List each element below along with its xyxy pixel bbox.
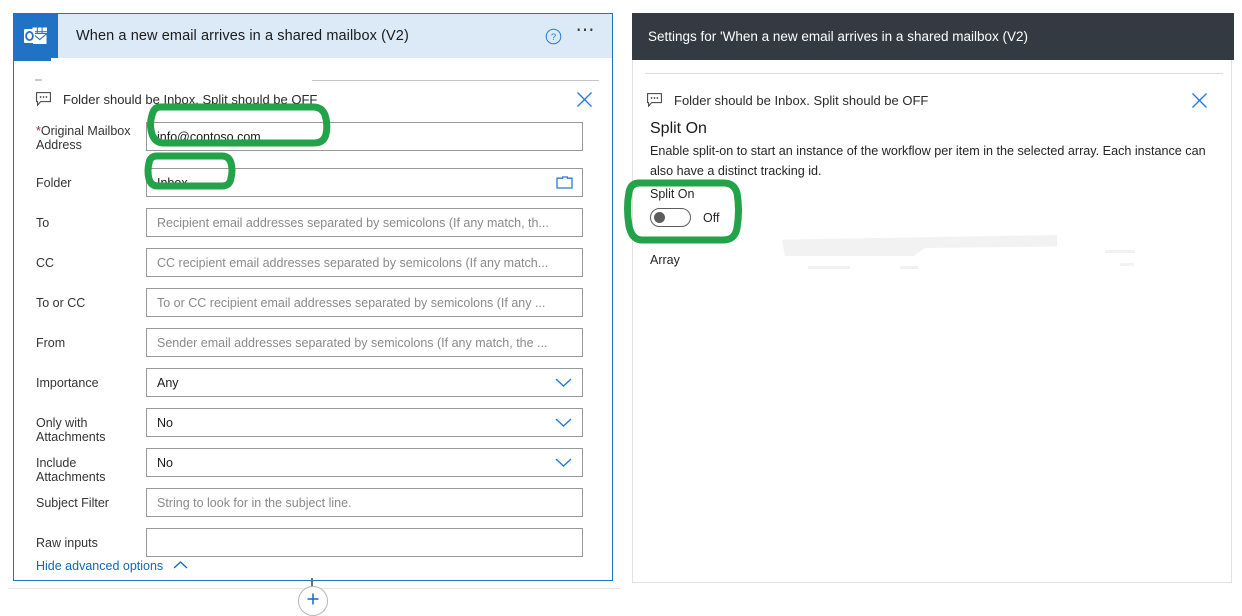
form-row-from: From Sender email addresses separated by…: [14, 328, 612, 368]
folder-picker-icon[interactable]: [556, 175, 573, 190]
page-title: When a new email arrives in a shared mai…: [76, 28, 409, 44]
label-only-with-attachments: Only with Attachments: [36, 416, 106, 444]
help-circle-icon[interactable]: ?: [545, 28, 562, 45]
to-input[interactable]: Recipient email addresses separated by s…: [146, 208, 583, 237]
header-actions: ? ⋯: [545, 21, 613, 45]
split-on-toggle[interactable]: [650, 208, 691, 227]
only-with-attachments-value: No: [157, 415, 173, 430]
blurred-artifact: [1120, 263, 1134, 266]
toggle-knob: [654, 212, 665, 223]
ellipsis-icon[interactable]: ⋯: [576, 21, 598, 40]
split-on-toggle-state: Off: [703, 210, 720, 225]
include-attachments-select[interactable]: No: [146, 448, 583, 477]
settings-divider: [645, 73, 1223, 74]
comment-bubble-icon: [36, 92, 51, 107]
outlook-icon: [14, 14, 58, 58]
split-on-toggle-label: Split On: [650, 187, 695, 201]
subject-filter-input[interactable]: String to look for in the subject line.: [146, 488, 583, 517]
form-row-only-with-attachments: Only with Attachments No: [14, 408, 612, 448]
split-on-toggle-row: Off: [650, 208, 1220, 227]
cc-input[interactable]: CC recipient email addresses separated b…: [146, 248, 583, 277]
label-to-or-cc: To or CC: [36, 296, 86, 310]
importance-select[interactable]: Any: [146, 368, 583, 397]
form-row-cc: CC CC recipient email addresses separate…: [14, 248, 612, 288]
label-importance: Importance: [36, 376, 99, 390]
trigger-form: *Original Mailbox Address info@contoso.c…: [14, 122, 612, 568]
importance-value: Any: [157, 375, 179, 390]
chevron-down-icon[interactable]: [554, 417, 573, 428]
settings-panel-header: Settings for 'When a new email arrives i…: [632, 13, 1234, 60]
hide-advanced-options-label: Hide advanced options: [36, 559, 164, 573]
chevron-down-icon[interactable]: [554, 377, 573, 388]
collapse-dash: [35, 79, 42, 81]
label-folder: Folder: [36, 176, 72, 190]
hide-advanced-options-link[interactable]: Hide advanced options: [36, 557, 189, 575]
plus-icon: [306, 592, 320, 611]
split-on-heading: Split On: [650, 120, 707, 137]
chevron-up-icon: [172, 557, 189, 575]
form-row-subject-filter: Subject Filter String to look for in the…: [14, 488, 612, 528]
add-step-button[interactable]: [298, 586, 328, 616]
original-mailbox-address-value: info@contoso.com: [157, 129, 261, 144]
folder-value: Inbox: [157, 175, 188, 190]
from-placeholder: Sender email addresses separated by semi…: [157, 335, 548, 350]
only-with-attachments-select[interactable]: No: [146, 408, 583, 437]
comment-text: Folder should be Inbox. Split should be …: [674, 92, 929, 108]
to-or-cc-placeholder: To or CC recipient email addresses separ…: [157, 295, 546, 310]
form-row-importance: Importance Any: [14, 368, 612, 408]
split-on-description: Enable split-on to start an instance of …: [650, 144, 1206, 178]
label-to: To: [36, 216, 50, 230]
label-from: From: [36, 336, 66, 350]
trigger-card: When a new email arrives in a shared mai…: [13, 13, 613, 581]
include-attachments-value: No: [157, 455, 173, 470]
folder-input[interactable]: Inbox: [146, 168, 583, 197]
form-row-to: To Recipient email addresses separated b…: [14, 208, 612, 248]
section-divider: [312, 80, 599, 81]
header-underline: [14, 58, 612, 61]
raw-inputs-input[interactable]: [146, 528, 583, 557]
label-include-attachments: Include Attachments: [36, 456, 106, 484]
subject-filter-placeholder: String to look for in the subject line.: [157, 495, 352, 510]
form-row-folder: Folder Inbox: [14, 168, 612, 208]
blurred-artifact: [808, 266, 850, 269]
trigger-card-header: When a new email arrives in a shared mai…: [14, 14, 612, 58]
settings-panel: Settings for 'When a new email arrives i…: [632, 13, 1234, 583]
settings-panel-title: Settings for 'When a new email arrives i…: [648, 29, 1028, 44]
form-row-to-or-cc: To or CC To or CC recipient email addres…: [14, 288, 612, 328]
settings-comment-bar: Folder should be Inbox. Split should be …: [633, 85, 1231, 115]
label-cc: CC: [36, 256, 55, 270]
comment-bubble-icon: [647, 93, 662, 108]
to-or-cc-input[interactable]: To or CC recipient email addresses separ…: [146, 288, 583, 317]
label-raw-inputs: Raw inputs: [36, 536, 98, 550]
cc-placeholder: CC recipient email addresses separated b…: [157, 255, 549, 270]
close-icon[interactable]: [1190, 91, 1209, 110]
label-subject-filter: Subject Filter: [36, 496, 109, 510]
original-mailbox-address-input[interactable]: info@contoso.com: [146, 122, 583, 151]
label-original-mailbox-address: *Original Mailbox Address: [36, 124, 131, 152]
blurred-artifact: [1105, 250, 1135, 253]
close-icon[interactable]: [575, 90, 594, 109]
comment-text: Folder should be Inbox. Split should be …: [63, 91, 318, 107]
blurred-artifact: [900, 266, 918, 269]
header-tab-indicator: [14, 58, 51, 61]
svg-text:?: ?: [550, 32, 555, 43]
chevron-down-icon[interactable]: [554, 457, 573, 468]
array-label: Array: [650, 253, 680, 267]
to-placeholder: Recipient email addresses separated by s…: [157, 215, 549, 230]
trigger-comment-bar: Folder should be Inbox. Split should be …: [14, 84, 612, 114]
form-row-include-attachments: Include Attachments No: [14, 448, 612, 488]
form-row-original-mailbox-address: *Original Mailbox Address info@contoso.c…: [14, 122, 612, 168]
from-input[interactable]: Sender email addresses separated by semi…: [146, 328, 583, 357]
